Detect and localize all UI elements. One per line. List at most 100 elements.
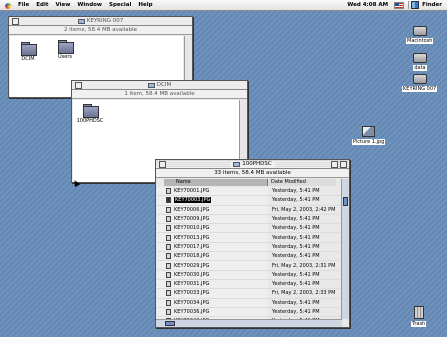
table-row[interactable]: KEY70031.JPG Yesterday, 5:41 PM bbox=[157, 279, 341, 290]
phdsc-close-box[interactable] bbox=[159, 161, 166, 168]
file-name: KEY70036.JPG bbox=[174, 309, 210, 315]
file-date: Yesterday, 5:41 PM bbox=[272, 197, 320, 204]
dcim-titlebar[interactable]: DCIM bbox=[72, 81, 247, 90]
jpg-file-icon bbox=[166, 281, 171, 288]
desktop-icon-keyring[interactable]: KEYRING 007 bbox=[402, 74, 438, 92]
jpg-file-icon bbox=[166, 271, 171, 278]
folder-small-icon bbox=[233, 161, 241, 167]
menu-edit[interactable]: Edit bbox=[36, 2, 48, 8]
table-row[interactable]: KEY70018.JPG Yesterday, 5:41 PM bbox=[157, 252, 341, 262]
file-name-cell: KEY70009.JPG bbox=[157, 214, 268, 224]
phdsc-zoom-box[interactable] bbox=[331, 161, 338, 168]
jpg-file-icon bbox=[166, 197, 171, 204]
folder-small-icon bbox=[147, 82, 155, 88]
file-date: Yesterday, 5:41 PM bbox=[272, 271, 320, 278]
list-header: Name Date Modified bbox=[164, 179, 336, 186]
folder-dcim[interactable]: DCIM bbox=[13, 42, 43, 62]
jpg-file-icon bbox=[166, 188, 171, 195]
jpg-file-icon bbox=[166, 234, 171, 241]
application-menu[interactable]: Finder bbox=[408, 1, 444, 9]
table-row[interactable]: KEY70017.JPG Yesterday, 5:41 PM bbox=[157, 242, 341, 253]
table-row[interactable]: KEY70030.JPG Yesterday, 5:41 PM bbox=[157, 270, 341, 280]
file-name: KEY70031.JPG bbox=[174, 281, 210, 288]
file-name-cell: KEY70036.JPG bbox=[157, 307, 268, 317]
file-date: Yesterday, 5:41 PM bbox=[272, 299, 320, 306]
phdsc-vertical-scrollbar[interactable] bbox=[341, 179, 349, 319]
menu-view[interactable]: View bbox=[55, 2, 70, 8]
desktop-icon-macintosh[interactable]: Macintosh bbox=[406, 26, 434, 44]
disk-icon bbox=[77, 18, 85, 24]
file-date: Yesterday, 5:41 PM bbox=[272, 309, 320, 315]
table-row[interactable]: KEY70036.JPG Yesterday, 5:41 PM bbox=[157, 307, 341, 318]
file-list: KEY70001.JPG Yesterday, 5:41 PM KEY70003.J… bbox=[157, 187, 341, 327]
column-header-name[interactable]: Name bbox=[164, 179, 268, 186]
file-date: Yesterday, 5:41 PM bbox=[272, 188, 320, 195]
file-date: Yesterday, 5:41 PM bbox=[272, 281, 320, 288]
file-name-cell: KEY70010.JPG bbox=[157, 224, 268, 233]
phdsc-title: 100PHDSC bbox=[242, 161, 272, 167]
file-name: KEY70034.JPG bbox=[174, 299, 210, 306]
table-row[interactable]: KEY70029.JPG Fri, May 2, 2003, 2:31 PM bbox=[157, 261, 341, 271]
table-row[interactable]: KEY70033.JPG Fri, May 2, 2003, 2:33 PM bbox=[157, 289, 341, 299]
menubar-status: Wed 4:08 AM Finder bbox=[347, 1, 444, 9]
apple-menu-icon[interactable] bbox=[4, 1, 12, 9]
table-row[interactable]: KEY70006.JPG Fri, May 2, 2003, 2:42 PM bbox=[157, 205, 341, 215]
file-name-cell: KEY70033.JPG bbox=[157, 289, 268, 298]
phdsc-titlebar[interactable]: 100PHDSC bbox=[156, 160, 349, 169]
menu-file[interactable]: File bbox=[18, 2, 29, 8]
jpg-file-icon bbox=[166, 206, 171, 213]
desktop-icon-trash[interactable]: Trash bbox=[411, 306, 427, 327]
table-row[interactable]: KEY70001.JPG Yesterday, 5:41 PM bbox=[157, 187, 341, 197]
table-row[interactable]: KEY70003.JPG Yesterday, 5:41 PM bbox=[157, 196, 341, 206]
desktop-icon-picture[interactable]: Picture 1.jpg bbox=[352, 126, 386, 145]
keyboard-flag-icon[interactable] bbox=[394, 1, 405, 9]
keyring-close-box[interactable] bbox=[12, 18, 19, 25]
phdsc-horizontal-scrollbar[interactable] bbox=[156, 319, 342, 327]
desktop-label-macintosh: Macintosh bbox=[406, 38, 434, 44]
file-name-cell: KEY70031.JPG bbox=[157, 279, 268, 289]
jpg-file-icon bbox=[166, 262, 171, 269]
folder-100phdsc[interactable]: 100PHDSC bbox=[75, 104, 105, 124]
file-date: Yesterday, 5:41 PM bbox=[272, 234, 320, 241]
file-name: KEY70010.JPG bbox=[174, 225, 210, 232]
h-scroll-thumb[interactable] bbox=[165, 321, 175, 326]
folder-users-label: Users bbox=[57, 54, 72, 60]
keyring-info: 2 items, 58.4 MB available bbox=[9, 26, 192, 35]
file-name-cell: KEY70017.JPG bbox=[157, 242, 268, 252]
finder-icon bbox=[411, 1, 420, 9]
dcim-info: 1 item, 58.4 MB available bbox=[72, 90, 247, 99]
jpg-file-icon bbox=[166, 253, 171, 260]
jpg-file-icon bbox=[166, 225, 171, 232]
menu-clock[interactable]: Wed 4:08 AM bbox=[347, 2, 388, 8]
jpg-file-icon bbox=[166, 309, 171, 315]
hard-disk-icon bbox=[413, 53, 427, 63]
dcim-close-box[interactable] bbox=[75, 82, 82, 89]
folder-users[interactable]: Users bbox=[50, 40, 80, 60]
table-row[interactable]: KEY70034.JPG Yesterday, 5:41 PM bbox=[157, 298, 341, 308]
desktop-icon-data[interactable]: data bbox=[413, 53, 427, 71]
jpg-file-icon bbox=[166, 243, 171, 250]
file-date: Yesterday, 5:41 PM bbox=[272, 216, 320, 223]
menu-help[interactable]: Help bbox=[138, 2, 152, 8]
scroll-thumb[interactable] bbox=[343, 197, 348, 206]
phdsc-collapse-box[interactable] bbox=[340, 161, 347, 168]
hard-disk-icon bbox=[412, 26, 427, 36]
menu-window[interactable]: Window bbox=[77, 2, 102, 8]
menu-special[interactable]: Special bbox=[109, 2, 131, 8]
column-header-date[interactable]: Date Modified bbox=[268, 179, 336, 186]
jpg-file-icon bbox=[166, 216, 171, 223]
file-date: Fri, May 2, 2003, 2:33 PM bbox=[272, 290, 336, 297]
desktop-label-keyring: KEYRING 007 bbox=[402, 86, 438, 92]
file-name: KEY70001.JPG bbox=[174, 188, 210, 195]
folder-dcim-label: DCIM bbox=[21, 56, 35, 62]
dcim-title: DCIM bbox=[156, 82, 172, 88]
file-name-cell: KEY70034.JPG bbox=[157, 298, 268, 307]
table-row[interactable]: KEY70013.JPG Yesterday, 5:41 PM bbox=[157, 233, 341, 243]
keyring-titlebar[interactable]: KEYRING 007 bbox=[9, 17, 192, 26]
phdsc-info: 33 items, 58.4 MB available bbox=[156, 169, 349, 178]
table-row[interactable]: KEY70009.JPG Yesterday, 5:41 PM bbox=[157, 214, 341, 225]
folder-100phdsc-label: 100PHDSC bbox=[76, 118, 104, 124]
trash-icon bbox=[413, 306, 424, 319]
table-row[interactable]: KEY70010.JPG Yesterday, 5:41 PM bbox=[157, 224, 341, 234]
file-name: KEY70006.JPG bbox=[174, 206, 210, 213]
